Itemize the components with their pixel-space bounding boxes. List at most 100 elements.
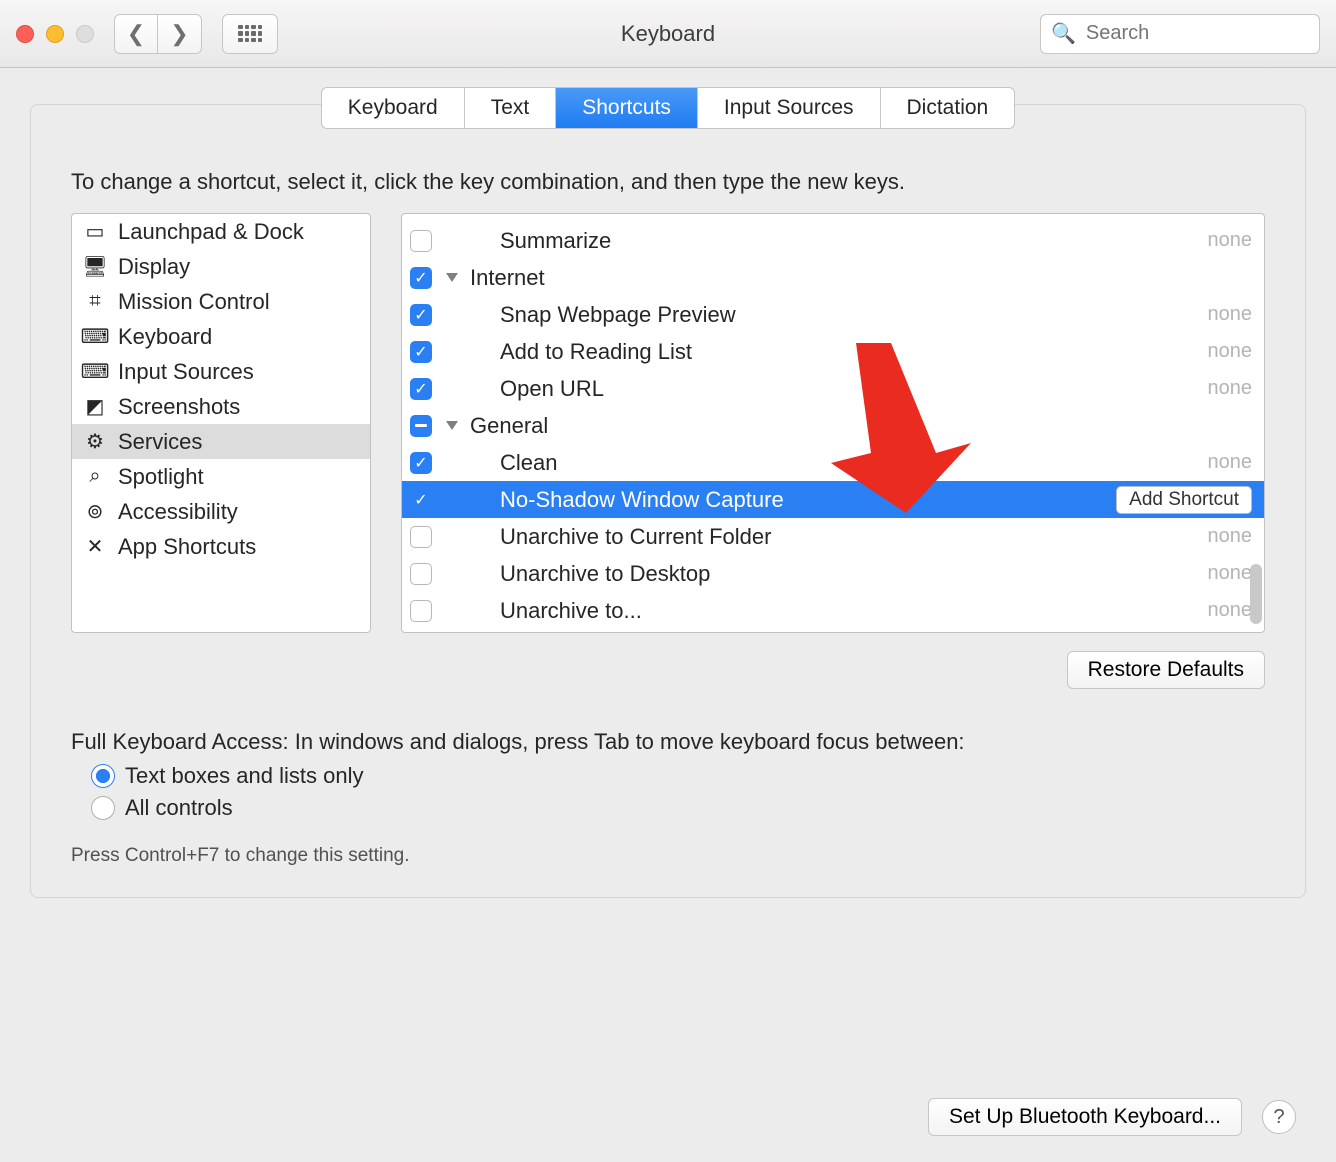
category-label: Accessibility [118, 499, 238, 525]
tab-dictation[interactable]: Dictation [881, 88, 1015, 128]
shortcut-value[interactable]: none [1208, 340, 1253, 363]
shortcut-list[interactable]: SummarizenoneInternetSnap Webpage Previe… [401, 213, 1265, 633]
shortcut-label: Unarchive to... [500, 598, 642, 624]
appshortcuts-icon: ✕ [82, 536, 108, 558]
category-label: App Shortcuts [118, 534, 256, 560]
inputsrc-icon: ⌨ [82, 361, 108, 383]
shortcut-value[interactable]: none [1208, 303, 1253, 326]
disclosure-triangle-icon[interactable] [446, 273, 458, 282]
shortcut-value[interactable]: none [1208, 562, 1253, 585]
shortcut-label: Clean [500, 450, 557, 476]
category-label: Mission Control [118, 289, 270, 315]
add-shortcut-button[interactable]: Add Shortcut [1116, 486, 1252, 514]
shortcut-row[interactable]: Snap Webpage Preview none [402, 296, 1264, 333]
shortcut-checkbox[interactable] [410, 230, 432, 252]
category-item-display[interactable]: 🖥Display [72, 249, 370, 284]
shortcut-checkbox[interactable] [410, 452, 432, 474]
forward-button[interactable]: ❯ [158, 14, 202, 54]
category-label: Input Sources [118, 359, 254, 385]
category-label: Screenshots [118, 394, 240, 420]
category-item-app-shortcuts[interactable]: ✕ App Shortcuts [72, 529, 370, 564]
shortcut-label: Unarchive to Current Folder [500, 524, 771, 550]
titlebar: ❮ ❯ Keyboard 🔍 [0, 0, 1336, 68]
help-icon: ? [1273, 1106, 1284, 1129]
tab-label: Shortcuts [582, 96, 671, 119]
shortcut-label: General [470, 413, 548, 439]
category-item-screenshots[interactable]: ◩ Screenshots [72, 389, 370, 424]
nav-buttons: ❮ ❯ [114, 14, 202, 54]
category-label: Spotlight [118, 464, 204, 490]
scrollbar-thumb[interactable] [1250, 564, 1262, 624]
show-all-button[interactable] [222, 14, 278, 54]
shortcut-row[interactable]: Summarizenone [402, 222, 1264, 259]
shortcut-row[interactable]: Unarchive to... none [402, 592, 1264, 629]
shortcut-row[interactable]: Unarchive to Current Folder none [402, 518, 1264, 555]
disclosure-triangle-icon[interactable] [446, 421, 458, 430]
shortcut-label: Open URL [500, 376, 604, 402]
category-item-launchpad-dock[interactable]: ▭ Launchpad & Dock [72, 214, 370, 249]
shortcut-checkbox[interactable] [410, 304, 432, 326]
screenshots-icon: ◩ [82, 396, 108, 418]
shortcut-row[interactable]: No-Shadow Window CaptureAdd Shortcut [402, 481, 1264, 518]
shortcut-checkbox[interactable] [410, 600, 432, 622]
grid-icon [238, 25, 262, 43]
shortcut-row[interactable]: Clean none [402, 444, 1264, 481]
chevron-right-icon: ❯ [170, 21, 188, 47]
restore-defaults-button[interactable]: Restore Defaults [1067, 651, 1265, 689]
shortcut-row[interactable]: General [402, 407, 1264, 444]
shortcut-checkbox[interactable] [410, 378, 432, 400]
fka-option[interactable]: All controls [91, 795, 1265, 821]
shortcut-checkbox[interactable] [410, 267, 432, 289]
display-icon: 🖥 [82, 256, 108, 278]
back-button[interactable]: ❮ [114, 14, 158, 54]
fka-option[interactable]: Text boxes and lists only [91, 763, 1265, 789]
launchpad-icon: ▭ [82, 221, 108, 243]
tab-label: Dictation [907, 96, 989, 119]
shortcut-value[interactable]: none [1208, 599, 1253, 622]
category-label: Keyboard [118, 324, 212, 350]
shortcut-checkbox[interactable] [410, 489, 432, 511]
shortcut-checkbox[interactable] [410, 563, 432, 585]
bluetooth-keyboard-button[interactable]: Set Up Bluetooth Keyboard... [928, 1098, 1242, 1136]
shortcut-value[interactable]: none [1208, 377, 1253, 400]
category-label: Services [118, 429, 202, 455]
minimize-window-button[interactable] [46, 25, 64, 43]
category-list[interactable]: ▭ Launchpad & Dock 🖥Display⌗Mission Contro… [71, 213, 371, 633]
tab-bar: Keyboard Text Shortcuts Input Sources Dictat… [321, 87, 1015, 129]
category-item-input-sources[interactable]: ⌨ Input Sources [72, 354, 370, 389]
category-item-keyboard[interactable]: ⌨Keyboard [72, 319, 370, 354]
shortcut-checkbox[interactable] [410, 526, 432, 548]
chevron-left-icon: ❮ [127, 21, 145, 47]
shortcut-value[interactable]: none [1208, 229, 1253, 252]
search-input[interactable] [1084, 21, 1336, 46]
tab-text[interactable]: Text [465, 88, 557, 128]
shortcut-row[interactable]: Add to Reading Listnone [402, 333, 1264, 370]
window-controls [16, 25, 94, 43]
help-button[interactable]: ? [1262, 1100, 1296, 1134]
tab-keyboard[interactable]: Keyboard [322, 88, 465, 128]
shortcut-label: Snap Webpage Preview [500, 302, 736, 328]
services-icon: ⚙ [82, 431, 108, 453]
category-item-mission-control[interactable]: ⌗Mission Control [72, 284, 370, 319]
shortcut-row[interactable]: Open URL none [402, 370, 1264, 407]
shortcut-row[interactable]: Unarchive to Desktop none [402, 555, 1264, 592]
radio-button[interactable] [91, 796, 115, 820]
category-item-accessibility[interactable]: ⊚ Accessibility [72, 494, 370, 529]
shortcut-checkbox[interactable] [410, 415, 432, 437]
search-field[interactable]: 🔍 [1040, 14, 1320, 54]
accessibility-icon: ⊚ [82, 501, 108, 523]
zoom-window-button[interactable] [76, 25, 94, 43]
category-item-spotlight[interactable]: ⌕Spotlight [72, 459, 370, 494]
tab-shortcuts[interactable]: Shortcuts [556, 88, 698, 128]
shortcut-label: Unarchive to Desktop [500, 561, 710, 587]
close-window-button[interactable] [16, 25, 34, 43]
radio-button[interactable] [91, 764, 115, 788]
shortcut-value[interactable]: none [1208, 525, 1253, 548]
tab-input-sources[interactable]: Input Sources [698, 88, 881, 128]
shortcut-row[interactable]: Internet [402, 259, 1264, 296]
shortcut-checkbox[interactable] [410, 341, 432, 363]
shortcut-value[interactable]: none [1208, 451, 1253, 474]
tab-label: Text [491, 96, 530, 119]
category-label: Launchpad & Dock [118, 219, 304, 245]
category-item-services[interactable]: ⚙ Services [72, 424, 370, 459]
